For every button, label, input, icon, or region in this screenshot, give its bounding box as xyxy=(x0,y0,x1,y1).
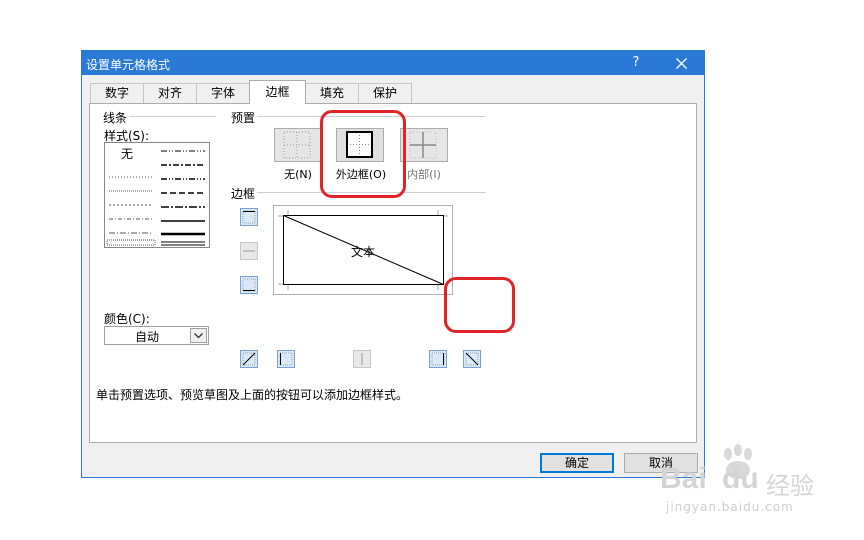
color-value: 自动 xyxy=(134,330,159,344)
preview-text: 文本 xyxy=(351,245,376,259)
border-bottom-button[interactable] xyxy=(240,276,258,294)
highlight-diagonal-button xyxy=(444,277,515,333)
baidu-jingyan-watermark: Bai du 经验 jingyan.baidu.com xyxy=(660,440,850,530)
border-left-button[interactable] xyxy=(277,350,295,368)
preset-group-label: 预置 xyxy=(231,109,258,126)
border-top-button[interactable] xyxy=(240,208,258,226)
watermark-brand-du: du xyxy=(722,462,759,495)
border-horizontal-icon xyxy=(243,250,255,252)
watermark-brand: Bai xyxy=(660,462,707,495)
preset-inside-button[interactable] xyxy=(400,128,448,162)
color-dropdown-button[interactable] xyxy=(190,328,207,343)
tab-number[interactable]: 数字 xyxy=(90,83,144,103)
preset-none-button[interactable] xyxy=(274,128,322,162)
color-label: 颜色(C): xyxy=(104,312,150,326)
watermark-url: jingyan.baidu.com xyxy=(666,500,794,514)
preset-none-label: 无(N) xyxy=(284,168,312,181)
border-top-icon xyxy=(242,210,256,224)
tab-font[interactable]: 字体 xyxy=(196,83,250,103)
tab-fill[interactable]: 填充 xyxy=(305,83,359,103)
border-none-icon xyxy=(283,131,311,159)
watermark-product: 经验 xyxy=(766,472,814,500)
diagonal-down-icon xyxy=(465,352,479,366)
border-diagonal-down-button[interactable] xyxy=(463,350,481,368)
dialog-title: 设置单元格格式 xyxy=(86,58,171,72)
highlight-outline-preset xyxy=(320,110,406,198)
border-preview[interactable]: 文本 xyxy=(273,205,453,295)
tab-alignment[interactable]: 对齐 xyxy=(143,83,197,103)
border-right-button[interactable] xyxy=(429,350,447,368)
hint-text: 单击预置选项、预览草图及上面的按钮可以添加边框样式。 xyxy=(96,388,409,402)
border-group-label: 边框 xyxy=(231,185,258,202)
tab-protection[interactable]: 保护 xyxy=(358,83,412,103)
line-style-samples[interactable] xyxy=(105,143,209,247)
diagonal-up-icon xyxy=(242,352,256,366)
border-diagonal-up-button[interactable] xyxy=(240,350,258,368)
border-inside-icon xyxy=(409,131,437,159)
chevron-down-icon xyxy=(194,333,203,339)
border-bottom-icon xyxy=(242,278,256,292)
tab-border[interactable]: 边框 xyxy=(249,80,306,104)
border-middle-horizontal-button[interactable] xyxy=(240,242,258,260)
line-group-label: 线条 xyxy=(103,109,130,126)
close-icon xyxy=(675,58,687,69)
border-left-icon xyxy=(279,352,293,366)
close-button[interactable] xyxy=(659,52,703,74)
border-vertical-icon xyxy=(361,353,363,365)
border-middle-vertical-button[interactable] xyxy=(353,350,371,368)
help-button[interactable]: ? xyxy=(619,52,653,74)
ok-button[interactable]: 确定 xyxy=(540,453,614,473)
title-bar[interactable]: 设置单元格格式 ? xyxy=(82,51,704,75)
color-select[interactable]: 自动 xyxy=(104,326,209,345)
line-style-list[interactable]: 无 xyxy=(104,142,210,248)
border-right-icon xyxy=(431,352,445,366)
